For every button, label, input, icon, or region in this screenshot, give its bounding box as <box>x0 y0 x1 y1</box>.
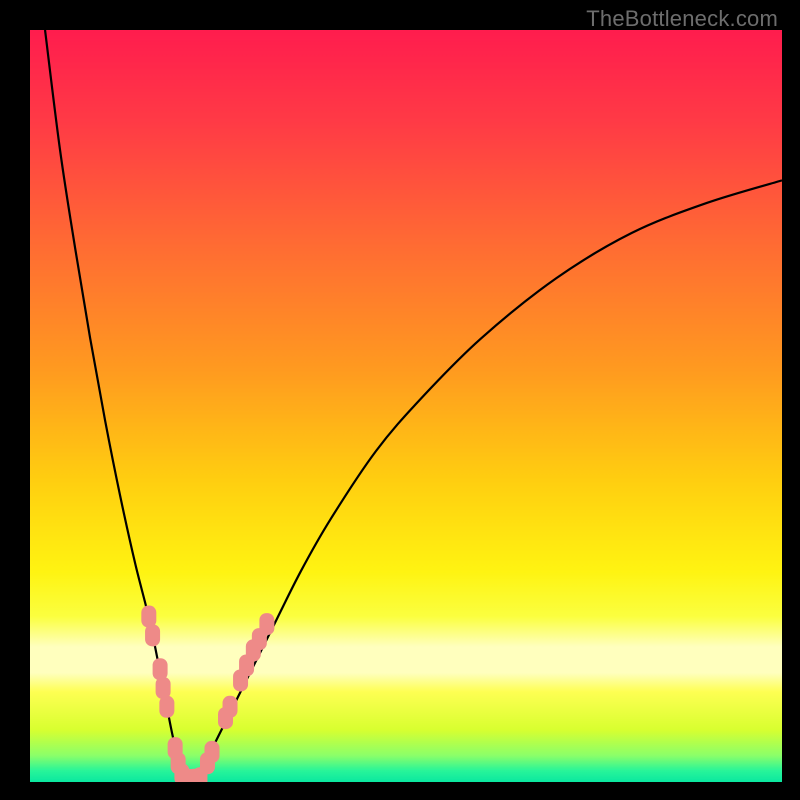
marker-dot <box>259 613 274 635</box>
marker-dot <box>145 624 160 646</box>
marker-dot <box>159 696 174 718</box>
highlight-dots <box>141 606 274 782</box>
marker-dot <box>223 696 238 718</box>
plot-area <box>30 30 782 782</box>
chart-frame: TheBottleneck.com <box>0 0 800 800</box>
marker-dot <box>156 677 171 699</box>
curve-layer <box>30 30 782 782</box>
marker-dot <box>153 658 168 680</box>
watermark-text: TheBottleneck.com <box>586 6 778 32</box>
marker-dot <box>141 606 156 628</box>
marker-dot <box>204 741 219 763</box>
